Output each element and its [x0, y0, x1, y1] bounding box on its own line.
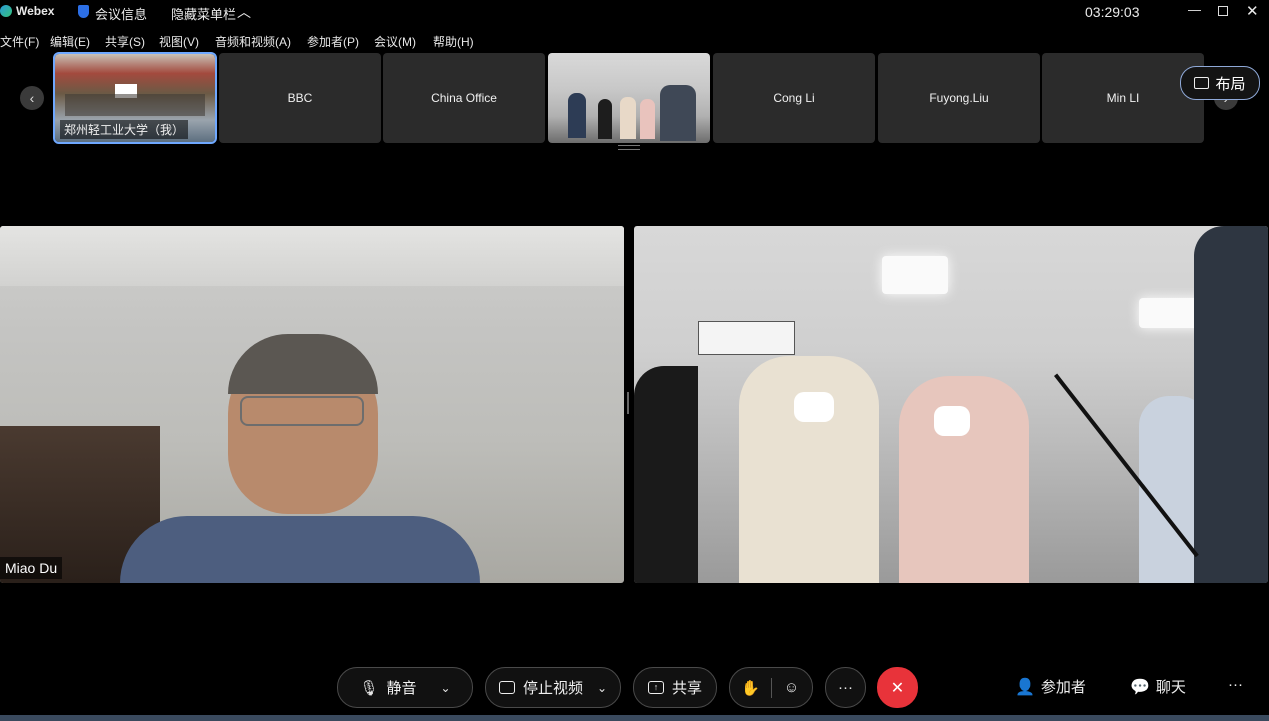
menu-edit[interactable]: 编辑(E) [50, 33, 90, 50]
thumbnail-bbc[interactable]: BBC [219, 53, 381, 143]
more-icon: ··· [838, 679, 853, 696]
thumbnail-china-office[interactable]: China Office [383, 53, 545, 143]
minimize-icon[interactable]: — [1188, 2, 1201, 17]
thumbnail-label: Fuyong.Liu [929, 91, 989, 105]
thumbnail-min-li[interactable]: Min LI [1042, 53, 1204, 143]
layout-label: 布局 [1215, 75, 1246, 93]
thumbnail-cong-li[interactable]: Cong Li [713, 53, 875, 143]
more-options-button[interactable]: ··· [825, 667, 866, 708]
thumbnail-room-video[interactable] [548, 53, 710, 143]
person-icon: 👤 [1015, 678, 1035, 696]
taskbar-strip [0, 715, 1269, 721]
person-image [660, 85, 696, 141]
participants-button[interactable]: 👤 参加者 [1015, 676, 1086, 697]
thumbnail-label: China Office [431, 91, 497, 105]
layout-button[interactable]: 布局 [1180, 66, 1260, 100]
app-name: Webex [16, 4, 55, 18]
share-screen-icon: ↑ [647, 681, 664, 694]
video-tile-room[interactable] [634, 226, 1268, 583]
glasses-image [240, 396, 364, 426]
meeting-info-button[interactable]: 会议信息 [95, 4, 147, 23]
video-tile-miao-du[interactable]: Miao Du [0, 226, 624, 583]
shield-icon [78, 5, 89, 18]
menu-bar: 文件(F) 编辑(E) 共享(S) 视图(V) 音频和视频(A) 参加者(P) … [0, 30, 1269, 52]
person-image [1194, 226, 1268, 583]
mute-button[interactable]: 🎙 静音 ⌄ [337, 667, 473, 708]
hide-menu-button[interactable]: 隐藏菜单栏 [171, 4, 236, 23]
mask-image [934, 406, 970, 436]
close-icon[interactable]: ✕ [1246, 2, 1259, 20]
ceiling-light-image [882, 256, 948, 294]
layout-icon [1194, 77, 1210, 89]
thumbnail-label: Cong Li [773, 91, 815, 105]
menu-audio-video[interactable]: 音频和视频(A) [215, 33, 291, 50]
camera-icon [498, 681, 515, 694]
chevron-down-icon[interactable]: ⌄ [441, 681, 451, 695]
chat-button[interactable]: 💬 聊天 [1130, 676, 1186, 697]
person-image [568, 93, 586, 138]
thumbnail-label: 郑州轻工业大学（我） [60, 120, 189, 139]
mute-label: 静音 [386, 680, 417, 697]
raise-hand-icon[interactable]: ✋ [731, 679, 771, 697]
person-image [620, 97, 636, 139]
hair-image [228, 334, 378, 394]
projector-image [698, 321, 795, 355]
thumbnail-self[interactable]: 郑州轻工业大学（我） [53, 52, 217, 144]
person-image [634, 366, 698, 583]
menu-file[interactable]: 文件(F) [0, 33, 39, 50]
title-bar: Webex 会议信息 隐藏菜单栏 ︿ 03:29:03 — ✕ [0, 0, 1269, 26]
close-icon: ✕ [890, 679, 905, 697]
reactions-group: ✋ ☺ [729, 667, 813, 708]
chat-bubble-icon: 💬 [1130, 678, 1150, 696]
thumbnail-fuyong-liu[interactable]: Fuyong.Liu [878, 53, 1040, 143]
thumbnail-label: BBC [287, 91, 313, 105]
person-image [598, 99, 612, 139]
chevron-up-icon[interactable]: ︿ [237, 2, 251, 22]
thumbnail-label: Min LI [1106, 91, 1140, 105]
webex-logo-icon [0, 5, 12, 17]
share-button[interactable]: ↑ 共享 [633, 667, 717, 708]
video-label: Miao Du [0, 557, 63, 579]
menu-share[interactable]: 共享(S) [105, 33, 145, 50]
chat-label: 聊天 [1155, 679, 1186, 696]
end-call-button[interactable]: ✕ [877, 667, 918, 708]
microphone-icon: 🎙 [359, 679, 379, 697]
shirt-image [120, 516, 480, 583]
mask-image [794, 392, 834, 422]
stop-video-label: 停止视频 [522, 680, 583, 697]
chevron-down-icon[interactable]: ⌄ [597, 681, 607, 695]
menu-view[interactable]: 视图(V) [159, 33, 199, 50]
ceiling-image [0, 226, 624, 286]
participants-label: 参加者 [1040, 679, 1086, 696]
resize-handle[interactable] [618, 145, 640, 150]
menu-help[interactable]: 帮助(H) [433, 33, 474, 50]
room-image [65, 94, 205, 116]
reaction-smile-icon[interactable]: ☺ [772, 679, 812, 696]
person-image [739, 356, 879, 583]
scroll-left-button[interactable]: ‹ [20, 86, 44, 110]
menu-participants[interactable]: 参加者(P) [307, 33, 359, 50]
menu-meeting[interactable]: 会议(M) [374, 33, 416, 50]
person-image [640, 99, 655, 139]
clock: 03:29:03 [1085, 4, 1140, 20]
stop-video-button[interactable]: 停止视频 ⌄ [485, 667, 621, 708]
splitter-handle[interactable] [627, 392, 629, 414]
more-options-right-button[interactable]: ··· [1228, 676, 1243, 693]
more-icon: ··· [1228, 676, 1243, 693]
share-label: 共享 [671, 680, 702, 697]
maximize-icon[interactable] [1218, 6, 1228, 16]
